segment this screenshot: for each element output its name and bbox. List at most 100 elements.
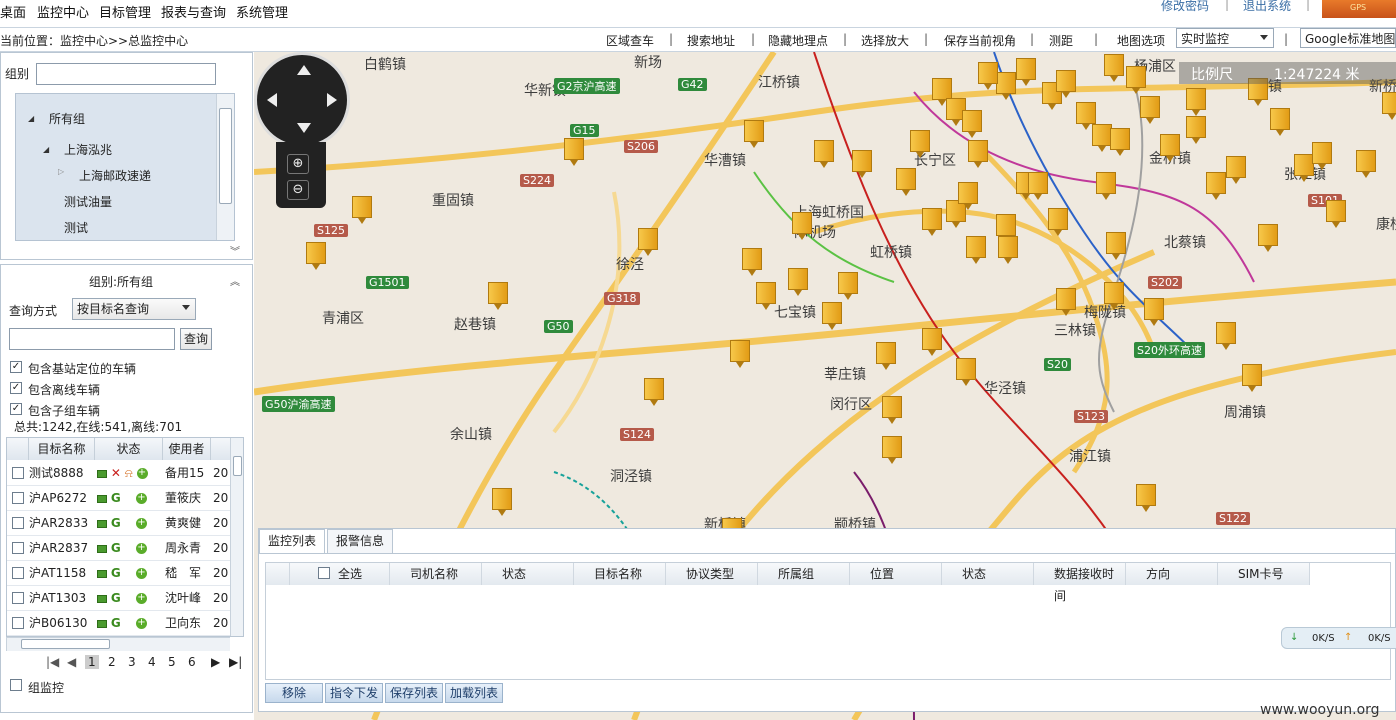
query-button[interactable]: 查询 (180, 328, 212, 350)
vehicle-marker-icon[interactable] (1102, 282, 1126, 310)
vehicle-marker-icon[interactable] (1354, 150, 1378, 178)
query-method-select[interactable]: 按目标名查询 (72, 298, 196, 320)
query-input[interactable] (9, 328, 175, 350)
vehicle-marker-icon[interactable] (486, 282, 510, 310)
vehicle-marker-icon[interactable] (1054, 70, 1078, 98)
vehicle-marker-icon[interactable] (836, 272, 860, 300)
pan-up-icon[interactable] (297, 65, 311, 75)
table-vscrollbar[interactable] (230, 438, 243, 636)
add-icon[interactable]: + (135, 618, 147, 629)
vehicle-marker-icon[interactable] (1046, 208, 1070, 236)
vehicle-marker-icon[interactable] (1184, 88, 1208, 116)
vehicle-marker-icon[interactable] (1142, 298, 1166, 326)
vehicle-marker-icon[interactable] (966, 140, 990, 168)
page-2[interactable]: 2 (108, 655, 116, 669)
vehicle-marker-icon[interactable] (754, 282, 778, 310)
grid-header[interactable]: 目标名称 (574, 563, 666, 585)
grid-header[interactable]: 协议类型 (666, 563, 758, 585)
grid-header[interactable]: 状态 (942, 563, 1034, 585)
search-address-button[interactable]: 搜索地址 (687, 32, 735, 49)
vehicle-marker-icon[interactable] (642, 378, 666, 406)
collapse-panel-icon[interactable]: ︾ (230, 243, 240, 258)
vehicle-marker-icon[interactable] (954, 358, 978, 386)
scroll-thumb[interactable] (219, 108, 232, 204)
pan-right-icon[interactable] (327, 93, 337, 107)
checkbox-offline[interactable]: ✓ (10, 382, 22, 394)
change-password-link[interactable]: 修改密码 (1161, 0, 1209, 14)
vehicle-marker-icon[interactable] (964, 236, 988, 264)
scroll-thumb[interactable] (233, 456, 242, 476)
grid-header[interactable]: 位置 (850, 563, 942, 585)
vehicle-marker-icon[interactable] (1102, 54, 1126, 82)
tree-node-all[interactable]: 所有组 (49, 110, 85, 127)
vehicle-marker-icon[interactable] (850, 150, 874, 178)
vehicle-marker-icon[interactable] (1054, 288, 1078, 316)
zoom-select-button[interactable]: 选择放大 (861, 32, 909, 49)
vehicle-marker-icon[interactable] (1310, 142, 1334, 170)
row-checkbox[interactable] (12, 567, 24, 579)
row-checkbox[interactable] (12, 592, 24, 604)
load-list-button[interactable]: 加载列表 (445, 683, 503, 703)
page-5[interactable]: 5 (168, 655, 176, 669)
vehicle-marker-icon[interactable] (996, 236, 1020, 264)
vehicle-marker-icon[interactable] (1158, 134, 1182, 162)
vehicle-marker-icon[interactable] (1104, 232, 1128, 260)
expand-icon[interactable]: ▷ (58, 167, 64, 176)
vehicle-marker-icon[interactable] (1184, 116, 1208, 144)
table-header-status[interactable]: 状态 (95, 438, 163, 460)
table-row[interactable]: 沪B06130 G + 卫向东 20 (7, 611, 232, 636)
next-page-icon[interactable]: ▶ (211, 655, 220, 669)
vehicle-marker-icon[interactable] (920, 208, 944, 236)
grid-header[interactable]: 状态 (482, 563, 574, 585)
pan-left-icon[interactable] (267, 93, 277, 107)
vehicle-marker-icon[interactable] (490, 488, 514, 516)
table-row[interactable]: 测试8888 ✕ ⍾ + 备用15 20 (7, 461, 232, 486)
table-row[interactable]: 沪AR2833 G + 黄爽健 20 (7, 511, 232, 536)
collapse-icon[interactable]: ◢ (43, 145, 49, 154)
logout-link[interactable]: 退出系统 (1243, 0, 1291, 14)
vehicle-marker-icon[interactable] (1094, 172, 1118, 200)
vehicle-marker-icon[interactable] (820, 302, 844, 330)
row-checkbox[interactable] (12, 467, 24, 479)
vehicle-marker-icon[interactable] (350, 196, 374, 224)
page-1[interactable]: 1 (85, 655, 99, 669)
measure-button[interactable]: 测距 (1049, 32, 1073, 49)
vehicle-marker-icon[interactable] (1026, 172, 1050, 200)
row-checkbox[interactable] (12, 492, 24, 504)
vehicle-marker-icon[interactable] (1134, 484, 1158, 512)
collapse-icon[interactable]: ◢ (28, 114, 34, 123)
vehicle-marker-icon[interactable] (636, 228, 660, 256)
row-checkbox[interactable] (12, 517, 24, 529)
group-input[interactable] (36, 63, 216, 85)
mode-select[interactable]: 实时监控 (1176, 28, 1274, 48)
map-type-select[interactable]: Google标准地图 (1300, 28, 1396, 48)
tree-node-fuel-test[interactable]: 测试油量 (64, 193, 112, 210)
grid-header[interactable]: 所属组 (758, 563, 850, 585)
save-view-button[interactable]: 保存当前视角 (944, 32, 1016, 49)
table-header-user[interactable]: 使用者 (163, 438, 211, 460)
vehicle-marker-icon[interactable] (812, 140, 836, 168)
collapse-panel-icon[interactable]: ︽ (230, 273, 240, 288)
add-icon[interactable]: + (136, 468, 148, 479)
save-list-button[interactable]: 保存列表 (385, 683, 443, 703)
group-monitor-checkbox[interactable] (10, 679, 22, 691)
vehicle-marker-icon[interactable] (1124, 66, 1148, 94)
pan-control[interactable] (254, 52, 350, 148)
vehicle-marker-icon[interactable] (880, 436, 904, 464)
row-checkbox[interactable] (12, 617, 24, 629)
zoom-out-icon[interactable]: ⊖ (287, 180, 309, 200)
pan-down-icon[interactable] (297, 123, 311, 133)
prev-page-icon[interactable]: ◀ (67, 655, 76, 669)
tab-alarm-info[interactable]: 报警信息 (327, 529, 393, 553)
menu-target-management[interactable]: 目标管理 (99, 2, 151, 21)
select-all-checkbox[interactable] (318, 567, 330, 579)
remove-button[interactable]: 移除 (265, 683, 323, 703)
vehicle-marker-icon[interactable] (1268, 108, 1292, 136)
vehicle-marker-icon[interactable] (562, 138, 586, 166)
scroll-thumb[interactable] (21, 639, 110, 649)
vehicle-marker-icon[interactable] (1138, 96, 1162, 124)
map-options-button[interactable]: 地图选项 (1117, 32, 1165, 49)
vehicle-marker-icon[interactable] (728, 340, 752, 368)
table-row[interactable]: 沪AP6272 G + 董筱庆 20 (7, 486, 232, 511)
vehicle-marker-icon[interactable] (740, 248, 764, 276)
